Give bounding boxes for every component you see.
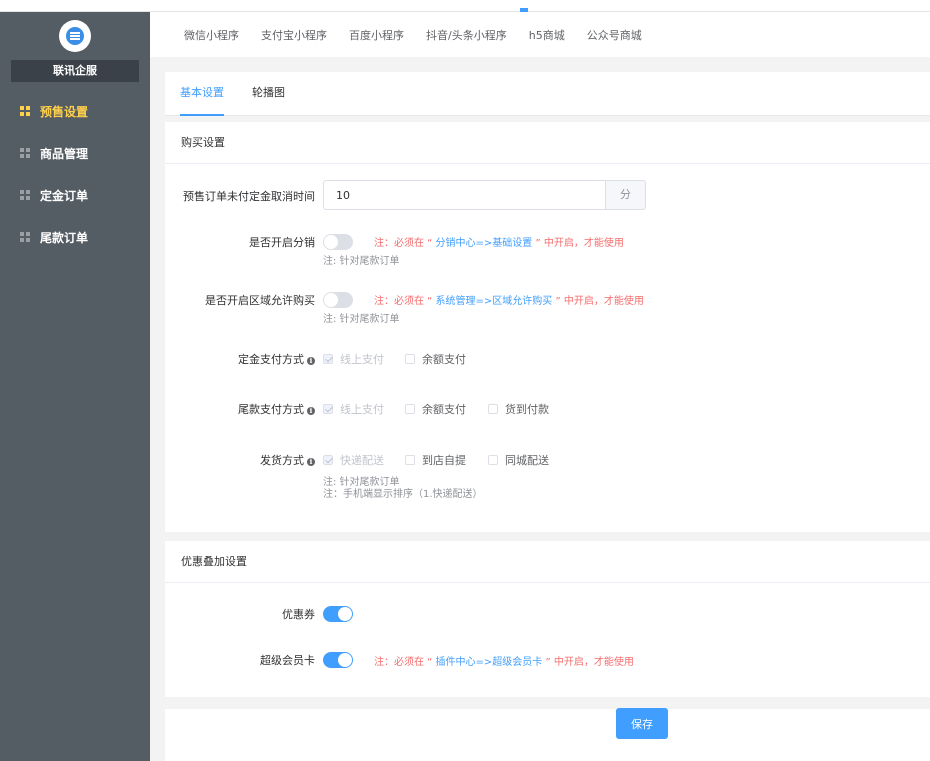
- coupon-label: 优惠券: [282, 608, 315, 621]
- info-icon[interactable]: i: [307, 407, 315, 415]
- info-icon[interactable]: i: [307, 357, 315, 365]
- sidebar-item-final-payment-orders[interactable]: 尾款订单: [0, 216, 150, 258]
- sidebar: 联讯企服 预售设置 商品管理 定金订单 尾款订单: [0, 12, 150, 761]
- footer-bar: [165, 709, 930, 761]
- region-label: 是否开启区域允许购买: [205, 294, 315, 307]
- sidebar-menu: 预售设置 商品管理 定金订单 尾款订单: [0, 90, 150, 258]
- delivery-local-checkbox[interactable]: 同城配送: [488, 452, 549, 468]
- cancel-time-unit: 分: [605, 180, 646, 210]
- sidebar-item-label: 商品管理: [40, 146, 89, 161]
- main-content: 微信小程序 支付宝小程序 百度小程序 抖音/头条小程序 h5商城 公众号商城 基…: [150, 12, 930, 761]
- top-strip: [0, 0, 930, 12]
- checkbox-box: [323, 455, 333, 465]
- distribution-note: 注：必须在 “ 分销中心=>基础设置 ” 中开启，才能使用: [374, 238, 624, 249]
- checkbox-box: [405, 404, 415, 414]
- checkbox-box: [405, 354, 415, 364]
- card-title: 优惠叠加设置: [165, 541, 930, 583]
- cancel-time-input[interactable]: [323, 180, 605, 210]
- delivery-label: 发货方式 i: [260, 452, 315, 468]
- platform-tab-baidu[interactable]: 百度小程序: [349, 27, 404, 43]
- discount-settings-card: 优惠叠加设置 优惠券 超级会员卡 注：必须在 “ 插件中心=>超级会员卡 ” 中…: [165, 541, 930, 697]
- distribution-switch[interactable]: [323, 234, 353, 250]
- checkbox-box: [323, 404, 333, 414]
- platform-tab-douyin[interactable]: 抖音/头条小程序: [426, 27, 507, 43]
- tab-carousel[interactable]: 轮播图: [252, 72, 285, 116]
- purchase-settings-card: 购买设置 预售订单未付定金取消时间 分 是否开启分销 注：必须在 “ 分销中心=…: [165, 122, 930, 532]
- platform-tab-wechat[interactable]: 微信小程序: [184, 27, 239, 43]
- sidebar-item-product-management[interactable]: 商品管理: [0, 132, 150, 174]
- delivery-express-checkbox[interactable]: 快递配送: [323, 452, 384, 468]
- region-note-link[interactable]: 系统管理=>区域允许购买: [432, 296, 555, 307]
- sidebar-item-label: 尾款订单: [40, 230, 89, 245]
- deposit-online-checkbox[interactable]: 线上支付: [323, 351, 384, 367]
- sidebar-item-presale-settings[interactable]: 预售设置: [0, 90, 150, 132]
- checkbox-box: [323, 354, 333, 364]
- sidebar-item-label: 定金订单: [40, 188, 89, 203]
- distribution-label: 是否开启分销: [249, 236, 315, 249]
- cancel-time-group: 分: [323, 180, 646, 210]
- platform-tab-official-account[interactable]: 公众号商城: [587, 27, 642, 43]
- distribution-note-link[interactable]: 分销中心=>基础设置: [432, 238, 535, 249]
- delivery-pickup-checkbox[interactable]: 到店自提: [405, 452, 466, 468]
- logo-icon: [59, 20, 91, 52]
- vip-card-note-link[interactable]: 插件中心=>超级会员卡: [432, 657, 545, 668]
- sidebar-item-deposit-orders[interactable]: 定金订单: [0, 174, 150, 216]
- final-pay-label: 尾款支付方式 i: [238, 401, 315, 417]
- vip-card-note: 注：必须在 “ 插件中心=>超级会员卡 ” 中开启，才能使用: [374, 657, 634, 668]
- region-note: 注：必须在 “ 系统管理=>区域允许购买 ” 中开启，才能使用: [374, 296, 644, 307]
- delivery-note-1: 注: 针对尾款订单: [323, 477, 400, 488]
- delivery-note-2: 注：手机端显示排序（1.快递配送）: [323, 489, 483, 500]
- info-icon[interactable]: i: [307, 458, 315, 466]
- vip-card-switch[interactable]: [323, 652, 353, 668]
- distribution-subnote: 注: 针对尾款订单: [323, 256, 400, 267]
- grid-icon: [20, 148, 30, 158]
- logo-area: 联讯企服: [0, 12, 150, 95]
- final-cod-checkbox[interactable]: 货到付款: [488, 401, 549, 417]
- checkbox-box: [405, 455, 415, 465]
- grid-icon: [20, 190, 30, 200]
- settings-tabs: 基本设置 轮播图: [165, 72, 930, 116]
- cancel-time-label: 预售订单未付定金取消时间: [183, 190, 315, 203]
- deposit-pay-label: 定金支付方式 i: [238, 351, 315, 367]
- save-button[interactable]: 保存: [616, 708, 668, 739]
- final-balance-checkbox[interactable]: 余额支付: [405, 401, 466, 417]
- brand-name: 联讯企服: [11, 60, 139, 82]
- grid-icon: [20, 232, 30, 242]
- platform-tab-h5[interactable]: h5商城: [529, 27, 565, 43]
- final-online-checkbox[interactable]: 线上支付: [323, 401, 384, 417]
- checkbox-box: [488, 404, 498, 414]
- card-title: 购买设置: [165, 122, 930, 164]
- checkbox-box: [488, 455, 498, 465]
- tab-basic-settings[interactable]: 基本设置: [180, 72, 224, 116]
- platform-tab-alipay[interactable]: 支付宝小程序: [261, 27, 327, 43]
- deposit-balance-checkbox[interactable]: 余额支付: [405, 351, 466, 367]
- region-switch[interactable]: [323, 292, 353, 308]
- platform-tabs: 微信小程序 支付宝小程序 百度小程序 抖音/头条小程序 h5商城 公众号商城: [150, 12, 930, 57]
- vip-card-label: 超级会员卡: [260, 654, 315, 667]
- coupon-switch[interactable]: [323, 606, 353, 622]
- region-subnote: 注: 针对尾款订单: [323, 314, 400, 325]
- sidebar-item-label: 预售设置: [40, 104, 89, 119]
- grid-icon: [20, 106, 30, 116]
